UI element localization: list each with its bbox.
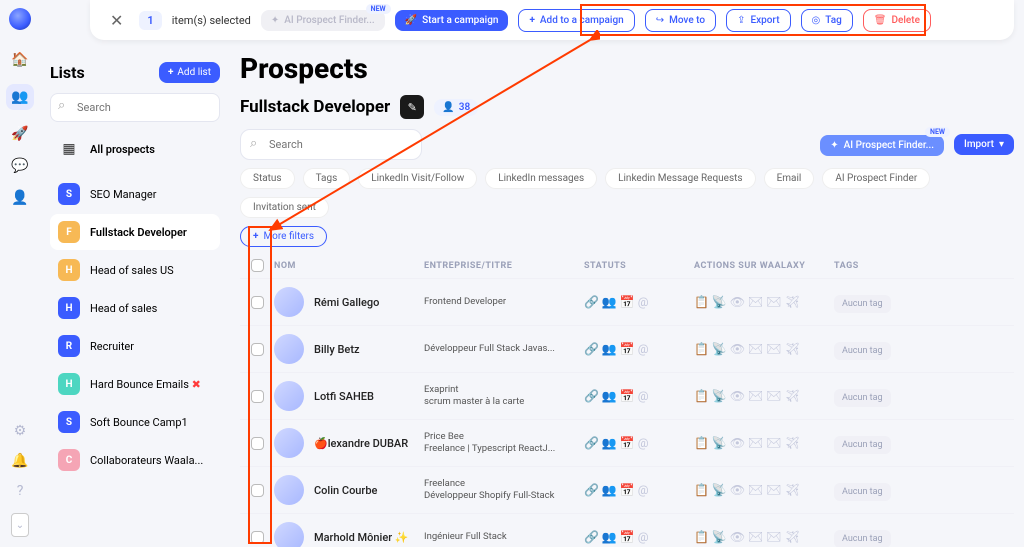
- tag-button[interactable]: Aucun tag: [834, 389, 891, 407]
- export-button[interactable]: ⇪ Export: [726, 9, 790, 32]
- home-icon[interactable]: 🏠: [11, 52, 28, 68]
- status-icons: 🔗 👥 📅 @: [584, 530, 694, 544]
- table-row[interactable]: Colin Courbe FreelanceDéveloppeur Shopif…: [240, 466, 1014, 513]
- status-icons: 🔗 👥 📅 @: [584, 342, 694, 356]
- tag-button[interactable]: ◎ Tag: [801, 9, 853, 32]
- row-checkbox[interactable]: [251, 343, 264, 356]
- filter-pill[interactable]: Status: [240, 168, 295, 189]
- campaigns-icon[interactable]: 🚀: [11, 126, 28, 142]
- messages-icon[interactable]: 💬: [11, 158, 28, 174]
- tag-button[interactable]: Aucun tag: [834, 436, 891, 454]
- table-row[interactable]: Lotfi SAHEB Exaprintscrum master à la ca…: [240, 372, 1014, 419]
- tag-button[interactable]: Aucun tag: [834, 295, 891, 313]
- lists-sidebar: Lists + Add list ▦ All prospects SSEO Ma…: [40, 52, 230, 547]
- main-search-input[interactable]: [240, 129, 422, 160]
- filter-pill[interactable]: Linkedin Message Requests: [605, 168, 755, 189]
- action-icons[interactable]: 📋 📡 👁 ✉ ✉ ✈: [694, 483, 834, 497]
- sidebar-item[interactable]: SSEO Manager: [50, 176, 220, 212]
- close-icon[interactable]: ✕: [104, 9, 129, 32]
- sidebar-item[interactable]: HHead of sales US: [50, 252, 220, 288]
- table-header: NOM ENTREPRISE/TITRE STATUTS ACTIONS SUR…: [240, 253, 1014, 278]
- row-checkbox[interactable]: [251, 484, 264, 497]
- add-to-campaign-button[interactable]: + Add to a campaign: [518, 9, 634, 32]
- table-row[interactable]: Marhold Mônier ✨ Ingénieur Full Stack 🔗 …: [240, 513, 1014, 547]
- more-filters-button[interactable]: + More filters: [240, 226, 327, 247]
- table-row[interactable]: Billy Betz Développeur Full Stack Javas.…: [240, 325, 1014, 372]
- tag-button[interactable]: Aucun tag: [834, 530, 891, 547]
- team-icon[interactable]: 👤: [11, 190, 28, 206]
- page-title: Prospects: [240, 52, 1014, 85]
- sidebar-item[interactable]: RRecruiter: [50, 328, 220, 364]
- tag-button[interactable]: Aucun tag: [834, 342, 891, 360]
- action-icons[interactable]: 📋 📡 👁 ✉ ✉ ✈: [694, 436, 834, 450]
- status-icons: 🔗 👥 📅 @: [584, 295, 694, 309]
- table-row[interactable]: Rémi Gallego Frontend Developer 🔗 👥 📅 @ …: [240, 278, 1014, 325]
- tag-button[interactable]: Aucun tag: [834, 483, 891, 501]
- move-to-button[interactable]: ↪ Move to: [645, 9, 716, 32]
- notifications-icon[interactable]: 🔔: [11, 453, 28, 469]
- sidebar-title: Lists: [50, 63, 85, 82]
- table-row[interactable]: 🍎lexandre DUBAR Price BeeFreelance | Typ…: [240, 419, 1014, 466]
- action-icons[interactable]: 📋 📡 👁 ✉ ✉ ✈: [694, 342, 834, 356]
- sidebar-item[interactable]: HHead of sales: [50, 290, 220, 326]
- avatar: [274, 334, 304, 364]
- status-icons: 🔗 👥 📅 @: [584, 436, 694, 450]
- ai-prospect-finder-button[interactable]: ✦ AI Prospect Finder...: [820, 135, 944, 156]
- row-checkbox[interactable]: [251, 531, 264, 544]
- filter-pill[interactable]: AI Prospect Finder: [822, 168, 930, 189]
- prospects-icon[interactable]: 👥: [6, 84, 33, 110]
- add-list-button[interactable]: + Add list: [159, 62, 220, 83]
- prospects-table: NOM ENTREPRISE/TITRE STATUTS ACTIONS SUR…: [240, 253, 1014, 547]
- grid-icon: ▦: [58, 141, 80, 157]
- new-badge: NEW: [366, 4, 391, 14]
- selection-toolbar: ✕ 1 item(s) selected ✦ AI Prospect Finde…: [90, 0, 1014, 40]
- avatar: [274, 381, 304, 411]
- members-badge[interactable]: 👤 38: [434, 99, 478, 116]
- sidebar-item[interactable]: SSoft Bounce Camp1: [50, 404, 220, 440]
- all-prospects-item[interactable]: ▦ All prospects: [50, 134, 220, 164]
- start-campaign-button[interactable]: 🚀 Start a campaign: [395, 10, 509, 31]
- new-badge: NEW: [925, 127, 950, 137]
- filter-pills: Status Tags LinkedIn Visit/Follow LinkedIn …: [240, 168, 1014, 218]
- sidebar-item[interactable]: HHard Bounce Emails ✖: [50, 366, 220, 402]
- status-icons: 🔗 👥 📅 @: [584, 389, 694, 403]
- filter-pill[interactable]: Invitation sent: [240, 197, 329, 218]
- list-name: Fullstack Developer: [240, 97, 390, 117]
- sidebar-item[interactable]: CCollaborateurs Waala...: [50, 442, 220, 478]
- logo-icon[interactable]: [9, 8, 31, 30]
- filter-pill[interactable]: LinkedIn messages: [485, 168, 597, 189]
- help-icon[interactable]: ?: [17, 483, 24, 499]
- avatar: [274, 522, 304, 547]
- row-checkbox[interactable]: [251, 390, 264, 403]
- settings-icon[interactable]: ⚙: [14, 423, 27, 439]
- sidebar-search-input[interactable]: [50, 93, 220, 122]
- selected-text: item(s) selected: [172, 14, 251, 27]
- import-button[interactable]: Import ▾: [954, 134, 1014, 155]
- ai-finder-disabled-button: ✦ AI Prospect Finder...: [261, 10, 385, 31]
- row-checkbox[interactable]: [251, 296, 264, 309]
- action-icons[interactable]: 📋 📡 👁 ✉ ✉ ✈: [694, 389, 834, 403]
- row-checkbox[interactable]: [251, 437, 264, 450]
- status-icons: 🔗 👥 📅 @: [584, 483, 694, 497]
- avatar: [274, 475, 304, 505]
- collapse-button[interactable]: ⌄: [11, 513, 29, 537]
- select-all-checkbox[interactable]: [251, 259, 264, 272]
- filter-pill[interactable]: Email: [764, 168, 815, 189]
- selected-count: 1: [139, 11, 161, 30]
- list-settings-icon[interactable]: ✎: [400, 95, 424, 119]
- avatar: [274, 428, 304, 458]
- filter-pill[interactable]: Tags: [303, 168, 351, 189]
- filter-pill[interactable]: LinkedIn Visit/Follow: [358, 168, 477, 189]
- left-rail: 🏠 👥 🚀 💬 👤 ⚙ 🔔 ? ⌄: [0, 0, 40, 547]
- delete-button[interactable]: 🗑 Delete: [863, 9, 931, 32]
- action-icons[interactable]: 📋 📡 👁 ✉ ✉ ✈: [694, 295, 834, 309]
- avatar: [274, 287, 304, 317]
- sidebar-item[interactable]: FFullstack Developer: [50, 214, 220, 250]
- main-content: Prospects Fullstack Developer ✎ 👤 38 ✦ A…: [240, 52, 1014, 547]
- action-icons[interactable]: 📋 📡 👁 ✉ ✉ ✈: [694, 530, 834, 544]
